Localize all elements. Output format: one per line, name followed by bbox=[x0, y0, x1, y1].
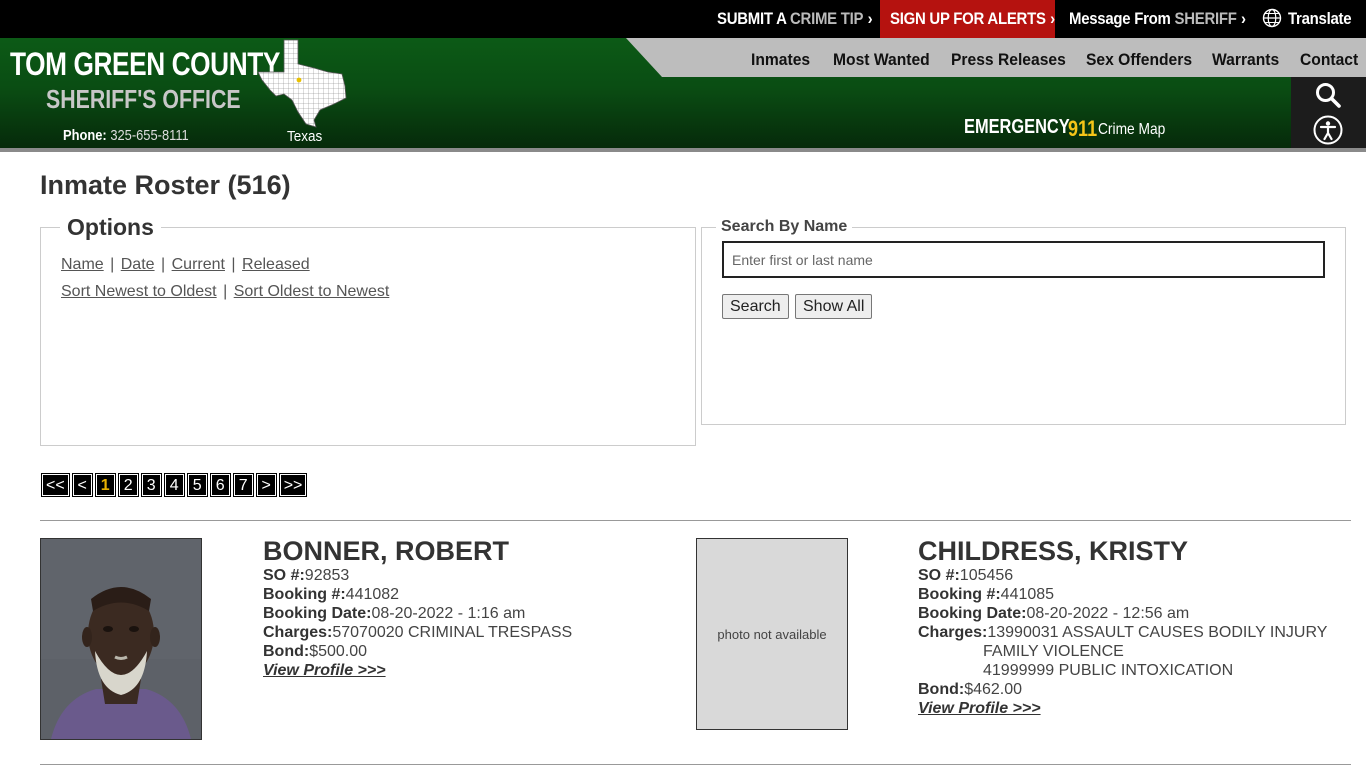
phone-number: Phone: 325-655-8111 bbox=[63, 127, 189, 144]
inmate-photo-placeholder[interactable]: photo not available bbox=[696, 538, 848, 730]
page-2[interactable]: 2 bbox=[117, 473, 139, 497]
sheriff-msg-light-text: SHERIFF bbox=[1174, 9, 1237, 28]
page-prev[interactable]: < bbox=[71, 473, 93, 497]
pagination: << < 1 2 3 4 5 6 7 > >> bbox=[41, 473, 308, 497]
site-subtitle: SHERIFF'S OFFICE bbox=[46, 84, 241, 114]
page-title: Inmate Roster (516) bbox=[40, 170, 291, 200]
chevron-right-icon: › bbox=[1241, 9, 1246, 28]
page-4[interactable]: 4 bbox=[163, 473, 185, 497]
inmate-bond: Bond:$500.00 bbox=[263, 643, 368, 660]
divider bbox=[40, 764, 1351, 765]
inmate-booking-number: Booking #:441082 bbox=[263, 586, 400, 603]
crime-tip-light-text: CRIME TIP bbox=[789, 9, 864, 28]
submit-crime-tip-link[interactable]: SUBMIT A CRIME TIP › bbox=[717, 0, 873, 38]
nav-most-wanted[interactable]: Most Wanted bbox=[833, 38, 938, 77]
nav-press-releases[interactable]: Press Releases bbox=[951, 38, 1076, 77]
sort-newest-link[interactable]: Sort Newest to Oldest bbox=[61, 283, 217, 300]
divider bbox=[40, 520, 1351, 521]
page-5[interactable]: 5 bbox=[186, 473, 208, 497]
message-from-sheriff-link[interactable]: Message From SHERIFF › bbox=[1069, 0, 1246, 38]
sign-up-alerts-link[interactable]: SIGN UP FOR ALERTS › bbox=[880, 0, 1055, 38]
nav-warrants[interactable]: Warrants bbox=[1212, 38, 1285, 77]
inmate-charges: Charges:57070020 CRIMINAL TRESPASS bbox=[263, 624, 573, 641]
inmate-bond: Bond:$462.00 bbox=[918, 681, 1023, 698]
nav-inmates[interactable]: Inmates bbox=[751, 38, 815, 77]
page-first[interactable]: << bbox=[41, 473, 70, 497]
header-divider bbox=[0, 148, 1366, 152]
search-legend: Search By Name bbox=[716, 218, 853, 236]
filter-current-link[interactable]: Current bbox=[172, 256, 225, 273]
crime-map-link[interactable]: Crime Map bbox=[1098, 121, 1176, 139]
mugshot-image bbox=[41, 539, 201, 739]
page-3[interactable]: 3 bbox=[140, 473, 162, 497]
filter-released-link[interactable]: Released bbox=[242, 256, 310, 273]
sort-oldest-link[interactable]: Sort Oldest to Newest bbox=[234, 283, 390, 300]
filter-date-link[interactable]: Date bbox=[121, 256, 155, 273]
page-7[interactable]: 7 bbox=[232, 473, 254, 497]
view-profile-link[interactable]: View Profile >>> bbox=[918, 700, 1041, 718]
page-last[interactable]: >> bbox=[278, 473, 308, 497]
sort-links: Sort Newest to Oldest | Sort Oldest to N… bbox=[61, 283, 390, 300]
filter-name-link[interactable]: Name bbox=[61, 256, 104, 273]
inmate-so-number: SO #:92853 bbox=[263, 567, 350, 584]
options-legend: Options bbox=[60, 214, 161, 241]
chevron-right-icon: › bbox=[1050, 9, 1055, 28]
translate-link[interactable]: Translate bbox=[1262, 0, 1360, 38]
inmate-photo[interactable] bbox=[40, 538, 202, 740]
search-input[interactable] bbox=[722, 241, 1325, 278]
page-1[interactable]: 1 bbox=[94, 473, 116, 497]
inmate-name: CHILDRESS, KRISTY bbox=[918, 536, 1189, 566]
nav-sex-offenders[interactable]: Sex Offenders bbox=[1086, 38, 1201, 77]
filter-links: Name | Date | Current | Released bbox=[61, 256, 310, 273]
inmate-name: BONNER, ROBERT bbox=[263, 536, 510, 566]
alerts-label: SIGN UP FOR ALERTS bbox=[890, 9, 1046, 28]
crime-tip-bold-text: SUBMIT A bbox=[717, 9, 787, 28]
state-label: Texas bbox=[287, 128, 323, 145]
inmate-so-number: SO #:105456 bbox=[918, 567, 1014, 584]
search-button[interactable]: Search bbox=[722, 294, 789, 319]
page-next[interactable]: > bbox=[255, 473, 277, 497]
inmate-charges: Charges:13990031 ASSAULT CAUSES BODILY I… bbox=[918, 624, 1328, 641]
inmate-charge-line: 41999999 PUBLIC INTOXICATION bbox=[983, 662, 1234, 679]
search-icon[interactable] bbox=[1312, 79, 1344, 111]
texas-map-icon bbox=[257, 39, 347, 128]
inmate-booking-number: Booking #:441085 bbox=[918, 586, 1055, 603]
inmate-booking-date: Booking Date:08-20-2022 - 1:16 am bbox=[263, 605, 526, 622]
inmate-charge-line: FAMILY VIOLENCE bbox=[983, 643, 1124, 660]
chevron-right-icon: › bbox=[867, 9, 873, 28]
nav-contact[interactable]: Contact bbox=[1300, 38, 1363, 77]
translate-label: Translate bbox=[1288, 9, 1352, 28]
globe-icon bbox=[1262, 8, 1282, 28]
accessibility-icon[interactable] bbox=[1312, 114, 1344, 146]
view-profile-link[interactable]: View Profile >>> bbox=[263, 662, 386, 680]
page-6[interactable]: 6 bbox=[209, 473, 231, 497]
show-all-button[interactable]: Show All bbox=[795, 294, 873, 319]
sheriff-msg-bold-text: Message From bbox=[1069, 9, 1171, 28]
inmate-booking-date: Booking Date:08-20-2022 - 12:56 am bbox=[918, 605, 1190, 622]
